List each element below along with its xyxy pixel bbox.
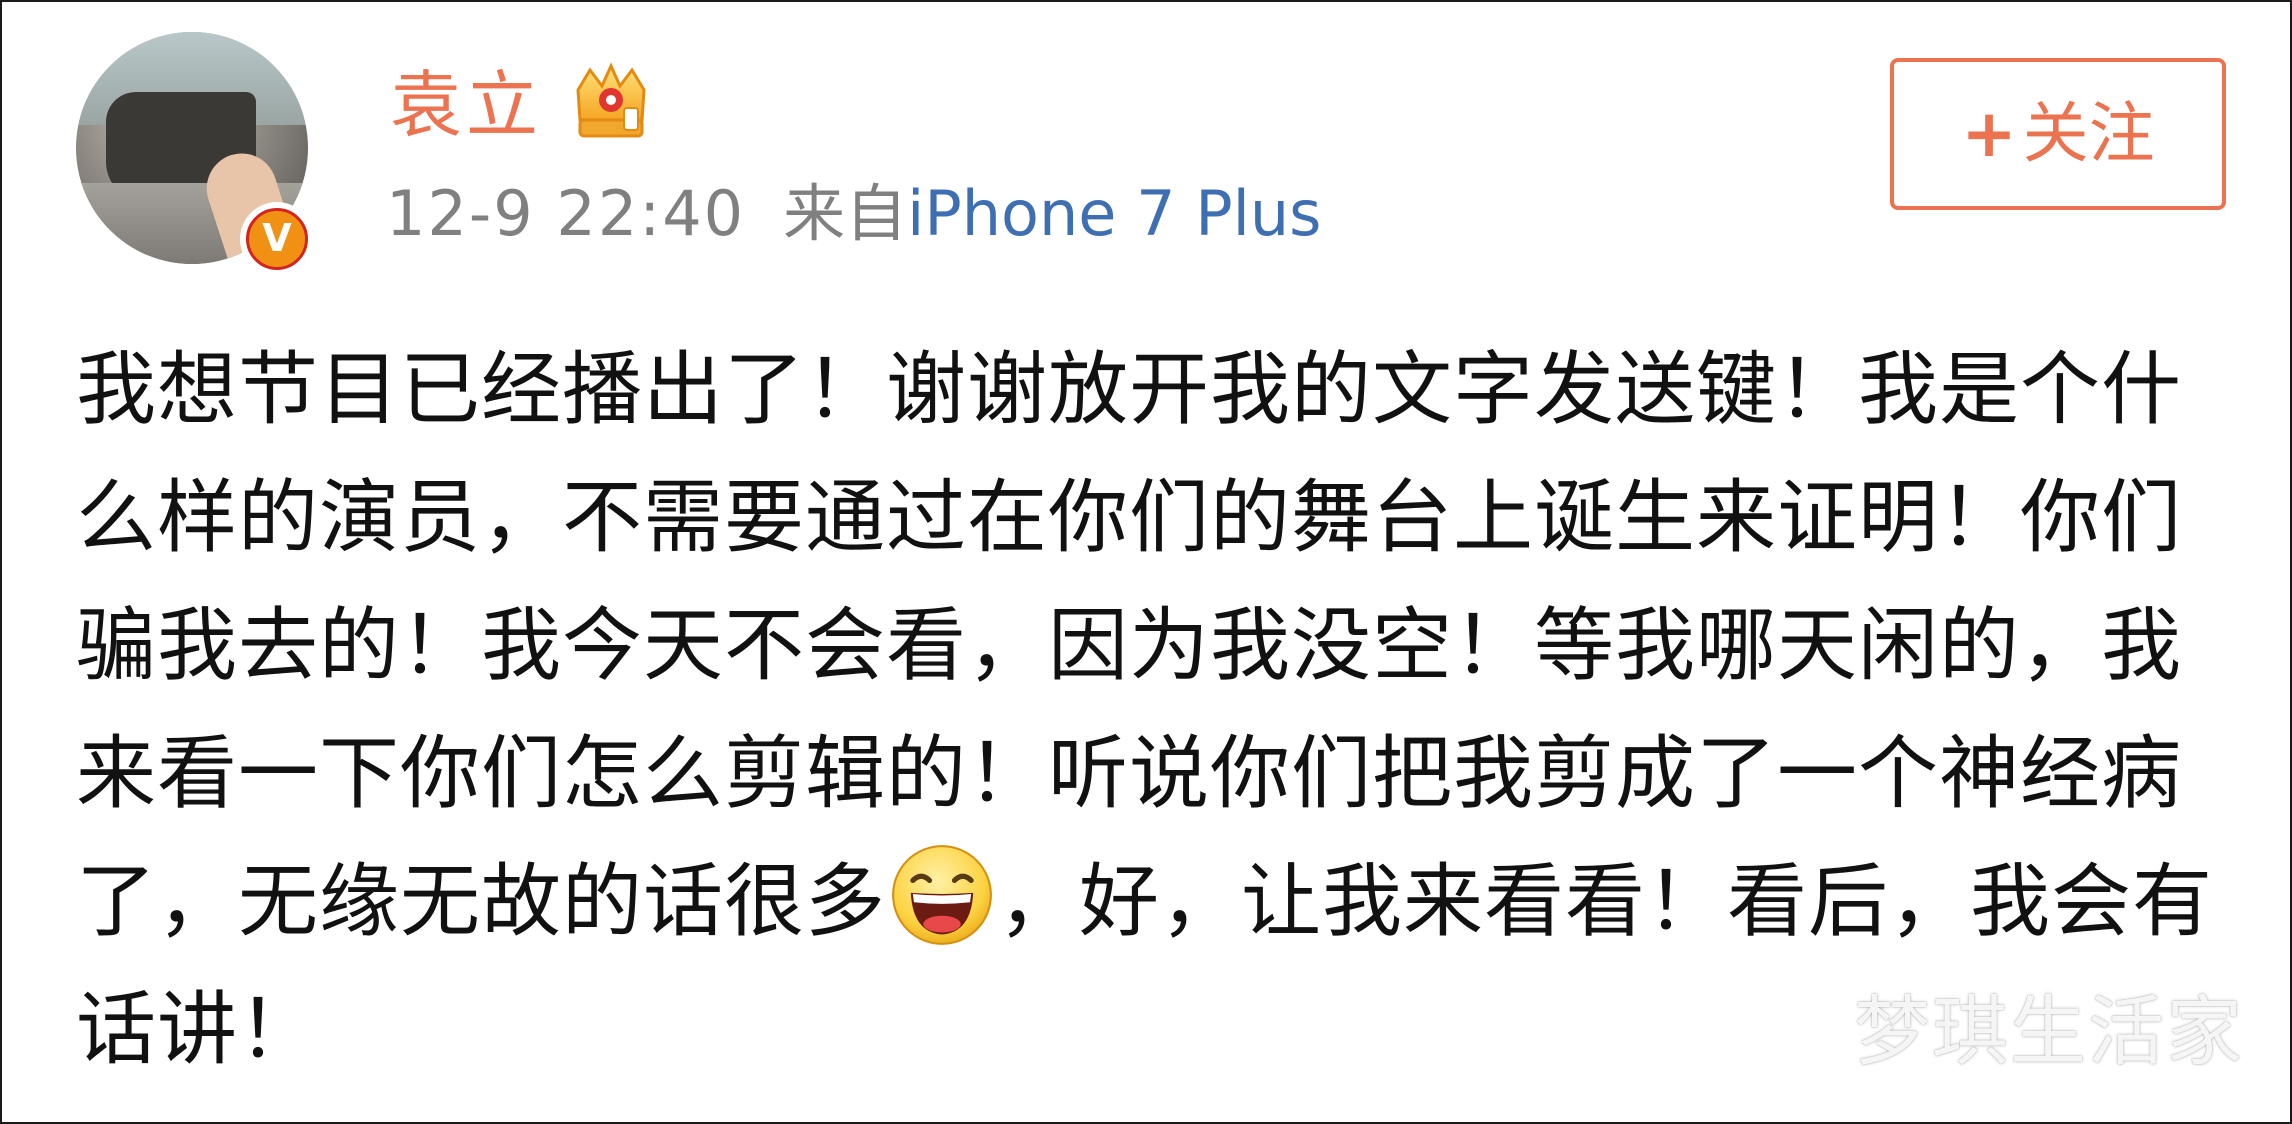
laughing-emoji-icon: [892, 845, 992, 945]
verified-badge-icon: V: [240, 202, 314, 276]
weibo-post-card: V 袁立 12-9 22:40 来自iPhone 7 Plus +关注 我想节目已…: [0, 0, 2292, 1124]
post-meta: 12-9 22:40 来自iPhone 7 Plus: [386, 174, 1321, 254]
follow-label: 关注: [2022, 95, 2155, 172]
post-text: 我想节目已经播出了！谢谢放开我的文字发送键！我是个什么样的演员，不需要通过在你们…: [76, 326, 2226, 1094]
device-link[interactable]: iPhone 7 Plus: [907, 177, 1321, 250]
plus-icon: +: [1961, 95, 2017, 172]
post-time[interactable]: 12-9 22:40: [386, 177, 745, 250]
source-prefix: 来自: [783, 177, 908, 250]
username[interactable]: 袁立: [390, 60, 542, 150]
verified-badge-letter: V: [246, 208, 308, 270]
crown-icon: [576, 62, 646, 138]
follow-button[interactable]: +关注: [1890, 58, 2226, 210]
watermark: 梦琪生活家: [1854, 987, 2244, 1076]
